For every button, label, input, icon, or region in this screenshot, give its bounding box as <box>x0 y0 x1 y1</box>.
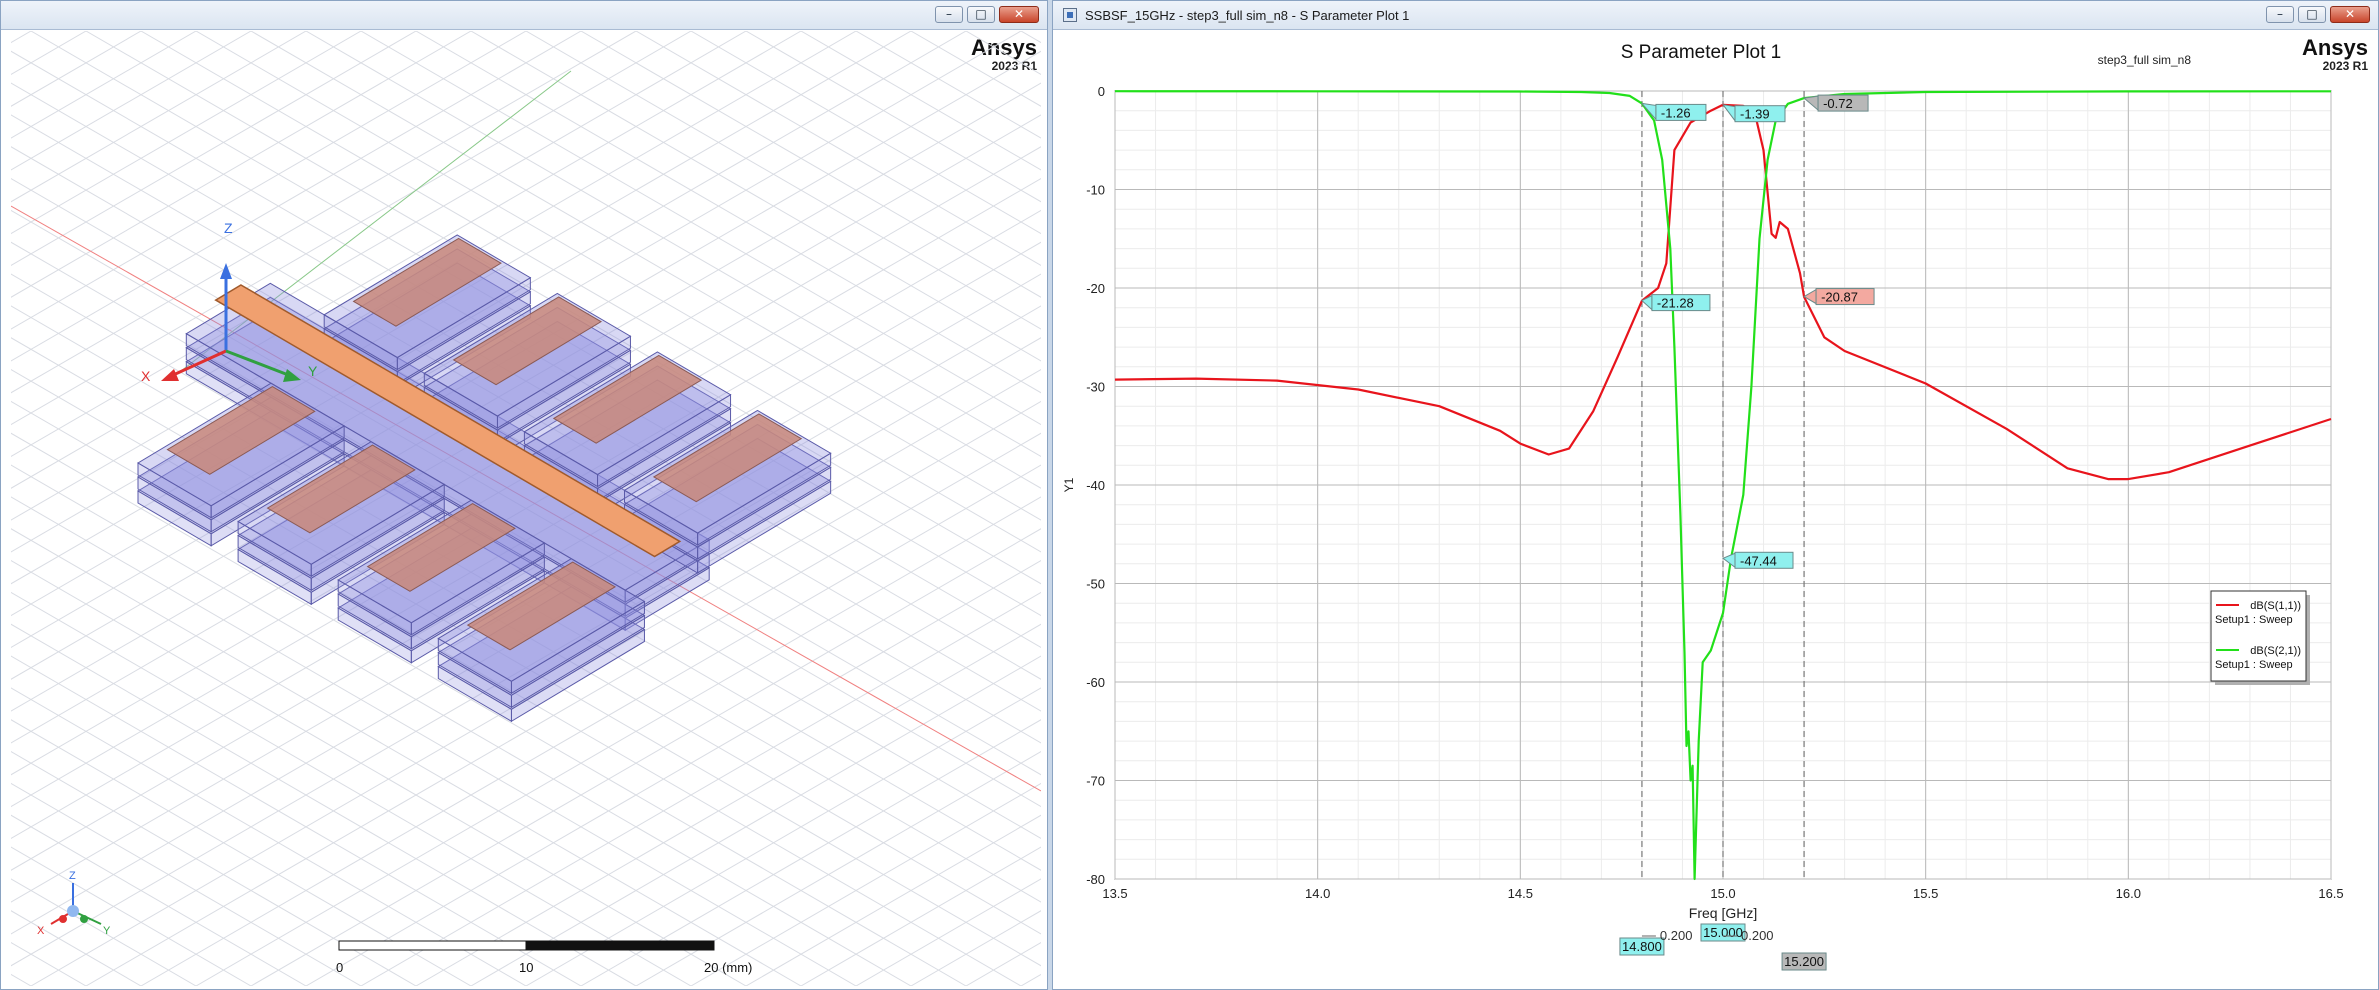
y-tick-label: -30 <box>1086 380 1105 395</box>
plot-window-icon <box>1063 8 1077 22</box>
plot-window-title: SSBSF_15GHz - step3_full sim_n8 - S Para… <box>1085 8 1410 23</box>
minimize-button[interactable]: – <box>935 6 963 23</box>
x-tick-label: 16.5 <box>2318 886 2343 901</box>
y-axis-title: Y1 <box>1062 477 1076 492</box>
y-tick-label: -10 <box>1086 183 1105 198</box>
y-tick-label: -70 <box>1086 774 1105 789</box>
legend-series-setup: Setup1 : Sweep <box>2215 614 2293 626</box>
close-button[interactable]: ✕ <box>999 6 1039 23</box>
x-tick-label: 14.0 <box>1305 886 1330 901</box>
scale-tick-20: 20 (mm) <box>704 960 752 975</box>
mini-y-label: Y <box>103 925 111 937</box>
z-axis-label: Z <box>224 220 233 236</box>
x-tick-label: 14.5 <box>1508 886 1533 901</box>
model-window-titlebar[interactable]: – □ ✕ <box>1 1 1047 30</box>
mini-z-label: Z <box>69 870 76 882</box>
chart-legend[interactable]: dB(S(1,1)) Setup1 : Sweep dB(S(2,1)) Setup1… <box>2210 590 2310 685</box>
legend-series-name: dB(S(1,1)) <box>2250 600 2301 612</box>
model-viewport[interactable]: Z X Y Z X Y 0 10 20 (mm) <box>11 31 1041 986</box>
plot-window[interactable]: SSBSF_15GHz - step3_full sim_n8 - S Para… <box>1052 0 2379 990</box>
x-axis-title: Freq [GHz] <box>1689 905 1757 921</box>
plot-close-button[interactable]: ✕ <box>2330 6 2370 23</box>
mini-x-label: X <box>37 925 45 937</box>
x-tick-label: 16.0 <box>2116 886 2141 901</box>
y-axis-label: Y <box>308 363 318 379</box>
substrate-layers <box>137 234 832 723</box>
scale-bar: 0 10 20 (mm) <box>336 940 752 975</box>
delta-label: 0.200 <box>1741 928 1774 943</box>
cursor-label-text: 15.200 <box>1784 954 1824 969</box>
plot-window-controls: – □ ✕ <box>2266 6 2370 23</box>
cursor-label-15.200[interactable]: 15.200 <box>1781 952 1827 971</box>
cursor-label-15.000[interactable]: 15.000 <box>1700 923 1746 942</box>
x-axis-label: X <box>141 368 151 384</box>
s-parameter-chart[interactable]: S Parameter Plot 1 step3_full sim_n8 13.… <box>1061 31 2361 986</box>
y-tick-label: -20 <box>1086 281 1105 296</box>
cursor-label-text: 14.800 <box>1622 939 1662 954</box>
marker--20.87[interactable]: -20.87 <box>1803 288 1875 306</box>
delta-label: 0.200 <box>1660 928 1693 943</box>
plot-maximize-button[interactable]: □ <box>2298 6 2326 23</box>
filter-model[interactable] <box>137 234 832 723</box>
marker-label-text: -0.72 <box>1823 96 1853 111</box>
plot-window-titlebar[interactable]: SSBSF_15GHz - step3_full sim_n8 - S Para… <box>1053 1 2378 30</box>
marker--21.28[interactable]: -21.28 <box>1641 294 1711 312</box>
y-tick-label: -50 <box>1086 577 1105 592</box>
chart-title: S Parameter Plot 1 <box>1621 42 1782 63</box>
y-tick-label: -60 <box>1086 675 1105 690</box>
x-tick-label: 15.0 <box>1710 886 1735 901</box>
cursor-label-text: 15.000 <box>1703 925 1743 940</box>
scale-tick-10: 10 <box>519 960 533 975</box>
plot-minimize-button[interactable]: – <box>2266 6 2294 23</box>
maximize-button[interactable]: □ <box>967 6 995 23</box>
y-tick-label: -80 <box>1086 872 1105 887</box>
x-tick-label: 15.5 <box>1913 886 1938 901</box>
cursor-label-14.800[interactable]: 14.800 <box>1619 937 1665 956</box>
project-label: step3_full sim_n8 <box>2098 53 2192 67</box>
model-window[interactable]: – □ ✕ Ansys 2023 R1 Z X Y Z X Y 0 10 20 … <box>0 0 1048 990</box>
marker-label-text: -20.87 <box>1821 290 1858 305</box>
marker-label-text: -1.39 <box>1740 107 1770 122</box>
legend-series-setup: Setup1 : Sweep <box>2215 659 2293 671</box>
marker-label-text: -21.28 <box>1657 296 1694 311</box>
scale-tick-0: 0 <box>336 960 343 975</box>
window-controls: – □ ✕ <box>935 6 1039 23</box>
y-tick-label: -40 <box>1086 478 1105 493</box>
marker-label-text: -1.26 <box>1661 105 1691 120</box>
x-tick-label: 13.5 <box>1102 886 1127 901</box>
marker-label-text: -47.44 <box>1740 553 1777 568</box>
legend-series-name: dB(S(2,1)) <box>2250 645 2301 657</box>
marker--47.44[interactable]: -47.44 <box>1722 551 1794 569</box>
y-tick-label: 0 <box>1098 84 1105 99</box>
